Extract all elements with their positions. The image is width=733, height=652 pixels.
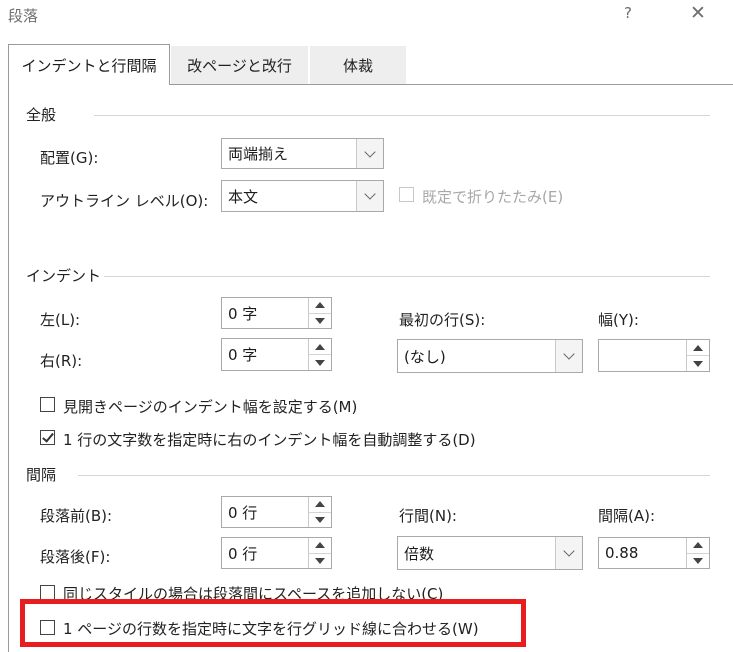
spin-down-icon[interactable] [309, 314, 331, 329]
mirror-indents-checkbox[interactable] [40, 397, 55, 412]
spacing-before-stepper[interactable]: 0 行 [221, 496, 332, 528]
indent-left-stepper[interactable]: 0 字 [221, 297, 332, 329]
spin-up-icon[interactable] [309, 298, 331, 314]
highlight-box [20, 599, 526, 647]
alignment-select[interactable]: 両端揃え [221, 138, 384, 169]
tab-asian-typography[interactable]: 体裁 [310, 46, 406, 84]
indent-left-label: 左(L): [40, 311, 81, 329]
spin-down-icon[interactable] [309, 355, 331, 370]
section-general: 全般 [26, 106, 57, 124]
mirror-indents-label: 見開きページのインデント幅を設定する(M) [63, 398, 358, 416]
special-indent-label: 最初の行(S): [399, 311, 486, 329]
spin-down-icon[interactable] [309, 513, 331, 528]
indent-right-stepper[interactable]: 0 字 [221, 338, 332, 371]
spin-down-icon[interactable] [687, 356, 709, 371]
close-button[interactable]: ✕ [690, 2, 706, 24]
separator-indent [104, 276, 710, 277]
separator-spacing [78, 475, 710, 476]
indent-left-value: 0 字 [228, 304, 258, 323]
spacing-after-stepper[interactable]: 0 行 [221, 537, 332, 569]
outline-level-select[interactable]: 本文 [221, 180, 384, 212]
indent-by-label: 幅(Y): [598, 311, 639, 329]
line-spacing-select[interactable]: 倍数 [397, 536, 583, 570]
indent-right-value: 0 字 [228, 346, 258, 364]
spin-up-icon[interactable] [309, 497, 331, 513]
tab-line-page-breaks[interactable]: 改ページと改行 [171, 46, 308, 84]
spin-up-icon[interactable] [309, 538, 331, 554]
spacing-after-label: 段落後(F): [40, 548, 111, 566]
spacing-before-value: 0 行 [228, 503, 258, 522]
outline-level-label: アウトライン レベル(O): [40, 192, 209, 210]
line-spacing-value: 倍数 [404, 544, 435, 563]
help-button[interactable]: ? [624, 4, 632, 22]
tab-indents-spacing[interactable]: インデントと行間隔 [8, 44, 170, 85]
collapse-checkbox[interactable] [399, 187, 414, 202]
chevron-down-icon [356, 139, 383, 168]
spin-up-icon[interactable] [687, 538, 709, 554]
auto-adjust-indent-checkbox[interactable] [40, 430, 55, 445]
spin-down-icon[interactable] [309, 554, 331, 569]
indent-by-stepper[interactable] [598, 339, 710, 372]
separator-general [94, 115, 710, 116]
section-spacing: 間隔 [26, 466, 57, 484]
chevron-down-icon [356, 181, 383, 211]
auto-adjust-indent-label: 1 行の文字数を指定時に右のインデント幅を自動調整する(D) [63, 431, 476, 449]
spin-up-icon[interactable] [687, 340, 709, 356]
alignment-label: 配置(G): [40, 149, 99, 167]
spacing-before-label: 段落前(B): [40, 507, 113, 525]
special-indent-value: (なし) [404, 347, 446, 366]
collapse-label: 既定で折りたたみ(E) [422, 188, 564, 206]
spacing-at-stepper[interactable]: 0.88 [598, 537, 710, 569]
dialog-title: 段落 [8, 7, 39, 25]
section-indent: インデント [26, 267, 102, 285]
indent-right-label: 右(R): [40, 352, 83, 370]
outline-level-value: 本文 [228, 187, 259, 206]
chevron-down-icon [555, 537, 582, 569]
spacing-at-label: 間隔(A): [598, 507, 656, 525]
line-spacing-label: 行間(N): [399, 507, 457, 525]
spacing-at-value: 0.88 [605, 544, 639, 562]
spin-up-icon[interactable] [309, 339, 331, 355]
special-indent-select[interactable]: (なし) [397, 339, 583, 373]
spacing-after-value: 0 行 [228, 544, 258, 563]
chevron-down-icon [555, 340, 582, 372]
alignment-value: 両端揃え [228, 145, 289, 163]
spin-down-icon[interactable] [687, 554, 709, 569]
dont-add-space-checkbox[interactable] [40, 585, 55, 600]
